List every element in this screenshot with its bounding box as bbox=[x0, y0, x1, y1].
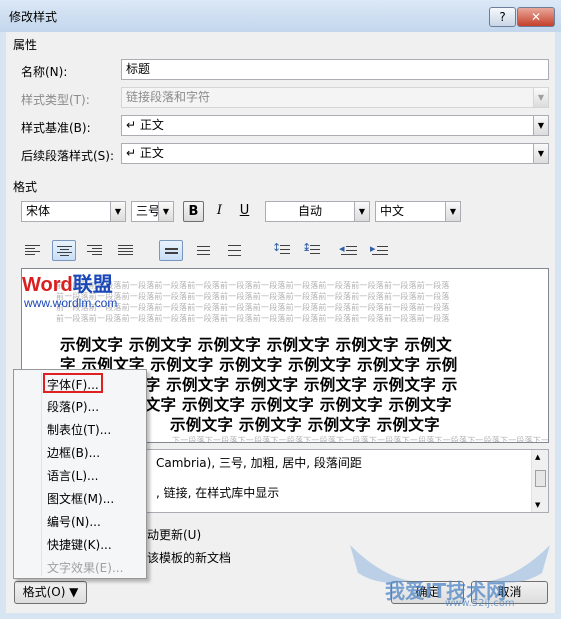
scroll-up-icon[interactable]: ▲ bbox=[535, 453, 540, 461]
dialog-body: 属性 名称(N): 标题 样式类型(T): 链接段落和字符 ▼ 样式基准(B):… bbox=[6, 32, 555, 613]
sample-text-line: 示例文字 示例文字 示例文字 示例文字 bbox=[170, 415, 440, 434]
font-value: 宋体 bbox=[26, 204, 51, 218]
chevron-down-icon[interactable]: ▼ bbox=[533, 116, 548, 135]
font-color-value: 自动 bbox=[297, 204, 322, 218]
menu-item-font[interactable]: 字体(F)... bbox=[47, 376, 99, 393]
underline-toggle[interactable]: U bbox=[234, 201, 255, 222]
menu-item-text-effects: 文字效果(E)... bbox=[47, 561, 124, 575]
italic-toggle[interactable]: I bbox=[209, 201, 230, 222]
sample-text-line: 示例文字 示例文字 示例文字 示例文字 示例文字 示例文 bbox=[60, 335, 452, 354]
align-center-icon[interactable] bbox=[52, 240, 76, 261]
menu-item-paragraph[interactable]: 段落(P)... bbox=[47, 398, 99, 415]
menu-gutter bbox=[41, 372, 42, 576]
font-select[interactable]: 宋体 ▼ bbox=[21, 201, 126, 222]
script-value: 中文 bbox=[380, 204, 405, 218]
next-paragraph-text: 下一段落下一段落下一段落下一段落下一段落下一段落下一段落下一段落下一段落下一段落… bbox=[172, 436, 549, 443]
space-before-decrease-icon[interactable]: ↨ bbox=[299, 240, 323, 261]
font-size-select[interactable]: 三号 ▼ bbox=[131, 201, 174, 222]
chevron-down-icon[interactable]: ▼ bbox=[354, 202, 369, 221]
next-style-label: 后续段落样式(S): bbox=[21, 149, 115, 163]
watermark-url: www.52ij.com bbox=[445, 598, 515, 609]
align-right-icon[interactable] bbox=[83, 240, 107, 261]
next-style-value: ↵ 正文 bbox=[126, 146, 164, 160]
name-label: 名称(N): bbox=[21, 65, 68, 79]
menu-item-language[interactable]: 语言(L)... bbox=[47, 467, 99, 484]
space-before-increase-icon[interactable]: ↕ bbox=[269, 240, 293, 261]
format-section-label: 格式 bbox=[13, 180, 38, 194]
previous-paragraph-text: 前一段落前一段落前一段落前一段落前一段落前一段落前一段落前一段落前一段落前一段落… bbox=[56, 314, 450, 323]
chevron-down-icon[interactable]: ▼ bbox=[110, 202, 125, 221]
style-based-on-label: 样式基准(B): bbox=[21, 121, 91, 135]
double-spacing-icon[interactable] bbox=[223, 240, 247, 261]
new-documents-label[interactable]: 该模板的新文档 bbox=[147, 549, 231, 566]
description-line-1: Cambria), 三号, 加粗, 居中, 段落间距 bbox=[156, 456, 362, 470]
menu-item-shortcut-key[interactable]: 快捷键(K)... bbox=[47, 536, 112, 553]
menu-item-frame[interactable]: 图文框(M)... bbox=[47, 490, 114, 507]
name-input[interactable]: 标题 bbox=[121, 59, 549, 80]
style-type-value: 链接段落和字符 bbox=[126, 90, 211, 104]
auto-update-label[interactable]: 动更新(U) bbox=[147, 526, 201, 543]
style-based-on-value: ↵ 正文 bbox=[126, 118, 164, 132]
next-style-select[interactable]: ↵ 正文 ▼ bbox=[121, 143, 549, 164]
description-line-2: , 链接, 在样式库中显示 bbox=[156, 486, 280, 500]
title-bar: 修改样式 ? ✕ bbox=[0, 0, 561, 32]
wordlm-logo: Word联盟 www.wordlm.com bbox=[22, 274, 117, 310]
decrease-indent-icon[interactable]: ◂ bbox=[337, 240, 361, 261]
properties-section-label: 属性 bbox=[13, 38, 38, 52]
chevron-down-icon[interactable]: ▼ bbox=[158, 202, 173, 221]
format-menu-button[interactable]: 格式(O) ▼ bbox=[14, 581, 87, 604]
format-context-menu: 字体(F)... 段落(P)... 制表位(T)... 边框(B)... 语言(… bbox=[13, 369, 147, 579]
one-half-spacing-icon[interactable] bbox=[192, 240, 216, 261]
justify-icon[interactable] bbox=[114, 240, 138, 261]
menu-item-border[interactable]: 边框(B)... bbox=[47, 444, 100, 461]
scroll-thumb[interactable] bbox=[535, 470, 546, 487]
font-color-select[interactable]: 自动 ▼ bbox=[265, 201, 370, 222]
font-size-value: 三号 bbox=[136, 204, 161, 218]
increase-indent-icon[interactable]: ▸ bbox=[368, 240, 392, 261]
logo-url: www.wordlm.com bbox=[24, 296, 118, 310]
logo-brand: 联盟 bbox=[72, 274, 113, 296]
help-button[interactable]: ? bbox=[489, 7, 516, 27]
align-left-icon[interactable] bbox=[21, 240, 45, 261]
logo-word: Word bbox=[22, 274, 73, 296]
close-button[interactable]: ✕ bbox=[517, 7, 555, 27]
chevron-down-icon: ▼ bbox=[533, 88, 548, 107]
style-type-select: 链接段落和字符 ▼ bbox=[121, 87, 549, 108]
script-select[interactable]: 中文 ▼ bbox=[375, 201, 461, 222]
menu-item-tabs[interactable]: 制表位(T)... bbox=[47, 421, 111, 438]
single-spacing-icon[interactable] bbox=[159, 240, 183, 261]
chevron-down-icon[interactable]: ▼ bbox=[445, 202, 460, 221]
bold-toggle[interactable]: B bbox=[183, 201, 204, 222]
scroll-down-icon[interactable]: ▼ bbox=[535, 501, 540, 509]
menu-item-numbering[interactable]: 编号(N)... bbox=[47, 513, 101, 530]
style-type-label: 样式类型(T): bbox=[21, 93, 90, 107]
window-title: 修改样式 bbox=[9, 10, 58, 24]
modify-style-dialog: 修改样式 ? ✕ 属性 名称(N): 标题 样式类型(T): 链接段落和字符 ▼… bbox=[0, 0, 561, 619]
style-based-on-select[interactable]: ↵ 正文 ▼ bbox=[121, 115, 549, 136]
description-scrollbar[interactable]: ▲ ▼ bbox=[531, 450, 548, 512]
chevron-down-icon[interactable]: ▼ bbox=[533, 144, 548, 163]
